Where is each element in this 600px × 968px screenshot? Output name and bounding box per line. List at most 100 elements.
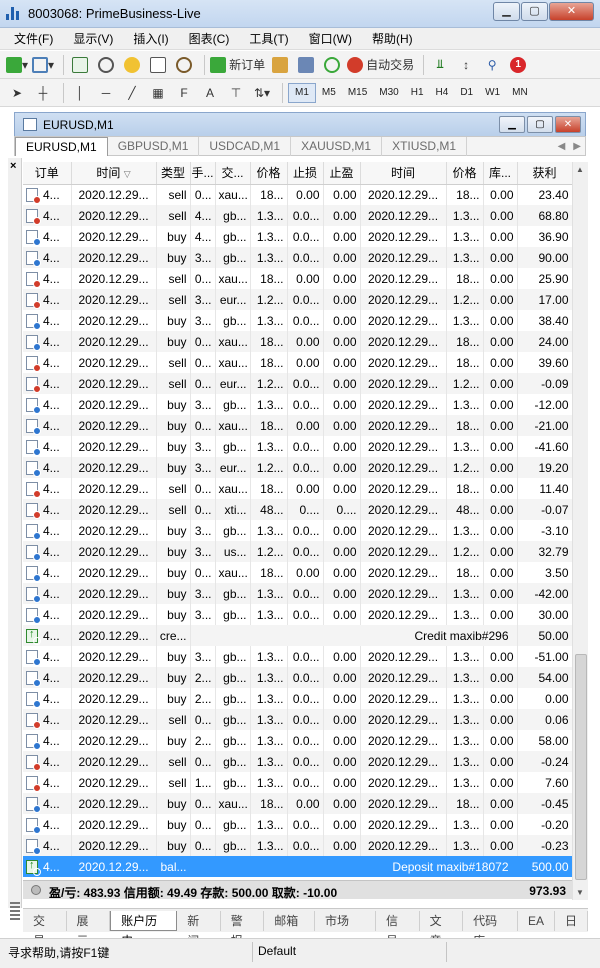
table-row[interactable]: 4... 2020.12.29... sell 0... xau... 18... 0.00…: [23, 478, 572, 499]
scroll-thumb[interactable]: [575, 654, 587, 880]
terminal-tab-7[interactable]: 信号: [376, 910, 420, 948]
table-row[interactable]: 4... 2020.12.29... buy 2... gb... 1.3... 0.0..…: [23, 667, 572, 688]
fibonacci-tool[interactable]: F: [173, 82, 195, 104]
table-row[interactable]: 4... 2020.12.29... buy 3... gb... 1.3... 0.0..…: [23, 247, 572, 268]
strategy-tester-button[interactable]: [173, 54, 195, 76]
terminal-tab-8[interactable]: 文章: [420, 910, 464, 948]
table-row[interactable]: 4... 2020.12.29... buy 3... gb... 1.3... 0.0..…: [23, 583, 572, 604]
menu-file[interactable]: 文件(F): [4, 28, 63, 50]
menu-tools[interactable]: 工具(T): [239, 28, 298, 50]
chart-tab-xauusd[interactable]: XAUUSD,M1: [291, 137, 383, 156]
table-row[interactable]: 4... 2020.12.29... buy 2... gb... 1.3... 0.0..…: [23, 688, 572, 709]
table-row[interactable]: 4... 2020.12.29... buy 3... gb... 1.3... 0.0..…: [23, 310, 572, 331]
col-open-price[interactable]: 价格: [250, 162, 288, 185]
auto-trading-button[interactable]: 自动交易: [347, 54, 414, 76]
timeframe-m15[interactable]: M15: [342, 83, 373, 103]
terminal-tab-0[interactable]: 交易: [23, 910, 67, 948]
chart-candles-button[interactable]: ↕: [455, 54, 477, 76]
table-row[interactable]: 4... 2020.12.29... buy 3... us... 1.2... 0.0..…: [23, 541, 572, 562]
metaeditor-button[interactable]: [269, 54, 291, 76]
col-order[interactable]: 订单: [23, 162, 72, 185]
terminal-tab-4[interactable]: 警报: [221, 910, 265, 948]
col-close-price[interactable]: 价格: [446, 162, 484, 185]
chart-tab-xtiusd[interactable]: XTIUSD,M1: [382, 137, 468, 156]
table-row[interactable]: 4... 2020.12.29... buy 0... xau... 18... 0.00 0…: [23, 415, 572, 436]
table-row[interactable]: 4... 2020.12.29... buy 3... gb... 1.3... 0.0..…: [23, 604, 572, 625]
vertical-scrollbar[interactable]: ▲ ▼: [572, 162, 588, 900]
timeframe-h1[interactable]: H1: [405, 83, 430, 103]
chart-tab-usdcad[interactable]: USDCAD,M1: [199, 137, 292, 156]
market-watch-button[interactable]: [69, 54, 91, 76]
table-row[interactable]: 4... 2020.12.29... sell 0... xti... 48... 0...…: [23, 499, 572, 520]
table-row[interactable]: 4...2020.12.29...bal...Deposit maxib#180…: [23, 856, 572, 877]
table-row[interactable]: 4... 2020.12.29... buy 0... gb... 1.3... 0.0..…: [23, 835, 572, 856]
table-row[interactable]: 4... 2020.12.29... sell 0... gb... 1.3... 0.0.…: [23, 751, 572, 772]
table-row[interactable]: 4... 2020.12.29... buy 0... xau... 18... 0.00 0…: [23, 331, 572, 352]
alerts-button[interactable]: 1: [507, 54, 529, 76]
table-row[interactable]: 4... 2020.12.29... sell 0... eur... 1.2... 0.0…: [23, 373, 572, 394]
timeframe-m5[interactable]: M5: [316, 83, 342, 103]
table-row[interactable]: 4... 2020.12.29... sell 0... xau... 18... 0.00…: [23, 268, 572, 289]
tab-right-arrow-icon[interactable]: ▶: [573, 141, 581, 152]
data-window-button[interactable]: [95, 54, 117, 76]
table-row[interactable]: 4... 2020.12.29... buy 3... gb... 1.3... 0.0..…: [23, 646, 572, 667]
terminal-tab-6[interactable]: 市场146: [315, 910, 377, 948]
chart-tab-eurusd[interactable]: EURUSD,M1: [15, 137, 108, 156]
new-chart-button[interactable]: ▾: [6, 54, 28, 76]
text-tool[interactable]: A: [199, 82, 221, 104]
col-stop-loss[interactable]: 止损: [287, 162, 324, 185]
table-row[interactable]: 4... 2020.12.29... buy 0... gb... 1.3... 0.0..…: [23, 814, 572, 835]
terminal-tab-2[interactable]: 账户历史: [110, 910, 178, 948]
timeframe-m30[interactable]: M30: [373, 83, 404, 103]
table-row[interactable]: 4... 2020.12.29... buy 2... gb... 1.3... 0.0..…: [23, 730, 572, 751]
horizontal-line-tool[interactable]: ─: [95, 82, 117, 104]
vertical-line-tool[interactable]: │: [69, 82, 91, 104]
chart-close-button[interactable]: ✕: [555, 116, 581, 133]
table-row[interactable]: 4... 2020.12.29... buy 3... gb... 1.3... 0.0..…: [23, 394, 572, 415]
timeframe-d1[interactable]: D1: [454, 83, 479, 103]
col-type[interactable]: 类型: [156, 162, 191, 185]
menu-insert[interactable]: 插入(I): [123, 28, 178, 50]
terminal-button[interactable]: [147, 54, 169, 76]
terminal-tab-11[interactable]: 日: [555, 910, 588, 931]
chart-bars-button[interactable]: ⫫: [429, 54, 451, 76]
table-row[interactable]: 4... 2020.12.29... sell 0... xau... 18... 0.00…: [23, 184, 572, 205]
table-row[interactable]: 4... 2020.12.29... sell 4... gb... 1.3... 0.0.…: [23, 205, 572, 226]
signals-button[interactable]: [295, 54, 317, 76]
col-profit[interactable]: 获利: [517, 162, 572, 185]
table-row[interactable]: 4... 2020.12.29... sell 0... xau... 18... 0.00…: [23, 352, 572, 373]
menu-window[interactable]: 窗口(W): [299, 28, 362, 50]
channel-tool[interactable]: ▦: [147, 82, 169, 104]
arrows-tool[interactable]: ⇅▾: [251, 82, 273, 104]
scroll-down-icon[interactable]: ▼: [576, 888, 584, 897]
cursor-tool[interactable]: ➤: [6, 82, 28, 104]
terminal-tab-3[interactable]: 新闻: [177, 910, 221, 948]
terminal-tab-10[interactable]: EA: [518, 910, 555, 931]
terminal-tab-5[interactable]: 邮箱8: [264, 910, 315, 948]
terminal-grip-icon[interactable]: [9, 900, 21, 930]
menu-charts[interactable]: 图表(C): [179, 28, 240, 50]
table-row[interactable]: 4... 2020.12.29... buy 3... gb... 1.3... 0.0..…: [23, 520, 572, 541]
timeframe-m1[interactable]: M1: [288, 82, 316, 103]
table-row[interactable]: 4...2020.12.29...cre...Credit maxib#2965…: [23, 625, 572, 646]
table-row[interactable]: 4... 2020.12.29... buy 0... xau... 18... 0.00 0…: [23, 793, 572, 814]
text-label-tool[interactable]: ⊤: [225, 82, 247, 104]
chart-minimize-button[interactable]: ▁: [499, 116, 525, 133]
navigator-button[interactable]: [121, 54, 143, 76]
terminal-tab-9[interactable]: 代码库: [463, 910, 518, 948]
col-take-profit[interactable]: 止盈: [323, 162, 361, 185]
table-row[interactable]: 4... 2020.12.29... sell 1... gb... 1.3... 0.0.…: [23, 772, 572, 793]
table-row[interactable]: 4... 2020.12.29... buy 4... gb... 1.3... 0.0..…: [23, 226, 572, 247]
chart-maximize-button[interactable]: ▢: [527, 116, 553, 133]
menu-help[interactable]: 帮助(H): [362, 28, 423, 50]
zoom-button[interactable]: ⚲: [481, 54, 503, 76]
timeframe-mn[interactable]: MN: [506, 83, 534, 103]
terminal-tab-1[interactable]: 展示: [67, 910, 111, 948]
col-symbol[interactable]: 交...: [215, 162, 251, 185]
trendline-tool[interactable]: ╱: [121, 82, 143, 104]
scroll-up-icon[interactable]: ▲: [576, 165, 584, 174]
minimize-button[interactable]: ▁: [493, 2, 520, 21]
table-row[interactable]: 4... 2020.12.29... sell 3... eur... 1.2... 0.0…: [23, 289, 572, 310]
crosshair-tool[interactable]: ┼: [32, 82, 54, 104]
terminal-close-icon[interactable]: ×: [10, 160, 16, 172]
